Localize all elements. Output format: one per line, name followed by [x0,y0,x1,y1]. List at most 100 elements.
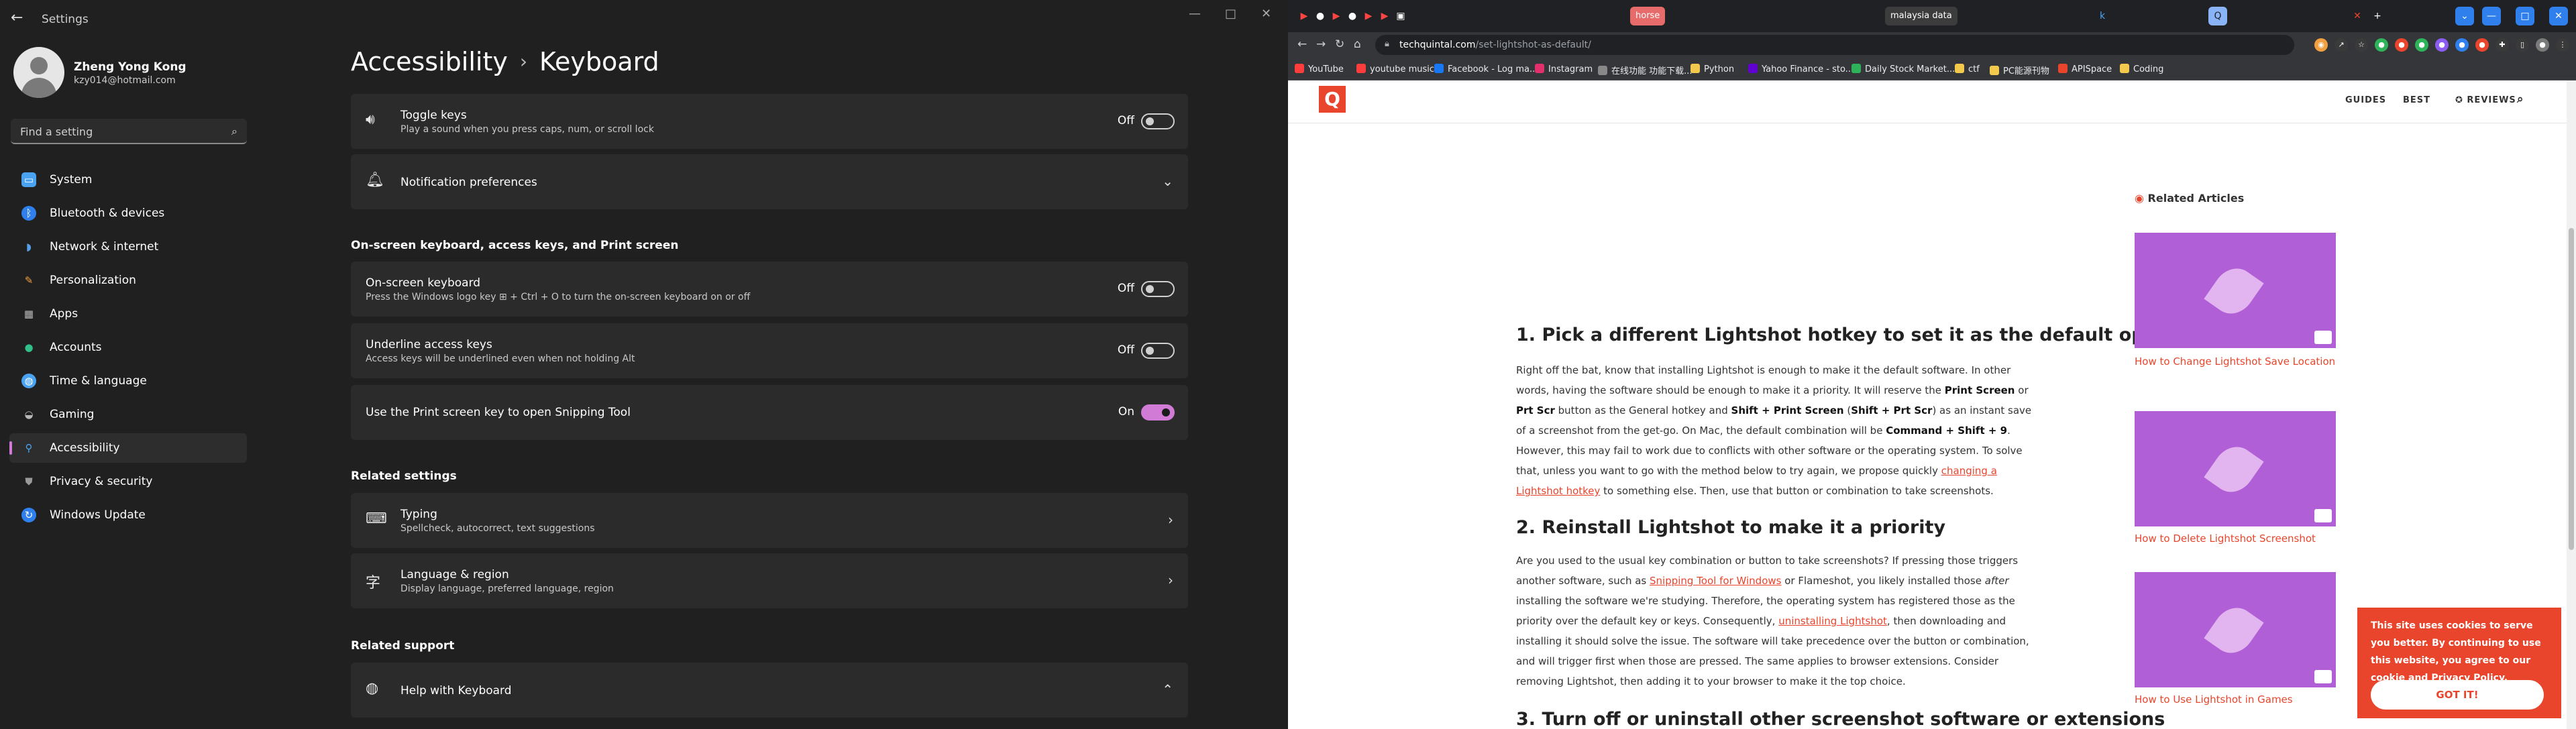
bookmark-item[interactable]: APISpace [2058,64,2112,74]
bookmark-item[interactable]: Instagram [1535,64,1593,74]
sidebar-item-gaming[interactable]: ◒ Gaming [9,400,247,429]
accept-cookies-button[interactable]: GOT IT! [2371,680,2544,710]
bookmark-item[interactable]: Daily Stock Market... [1851,64,1955,74]
folder-icon [2314,331,2332,344]
sidebar-item-network[interactable]: ◗ Network & internet [9,232,247,262]
back-arrow-icon[interactable]: ← [1297,38,1307,51]
sidebar-item-bluetooth[interactable]: ᛒ Bluetooth & devices [9,199,247,228]
setting-title: Typing [400,508,437,521]
tab-page-icon[interactable]: ▣ [1391,7,1410,25]
sidepanel-icon[interactable]: ▯ [2516,38,2529,52]
related-article-link[interactable]: How to Use Lightshot in Games [2135,692,2336,708]
extension-icon[interactable]: ● [2415,38,2428,52]
article-paragraph: Right off the bat, know that installing … [1516,364,2032,497]
bookmark-folder[interactable]: Python [1690,64,1734,74]
chevron-up-icon[interactable]: ⌃ [1162,681,1173,697]
bookmark-item[interactable]: Facebook - Log ma... [1434,64,1538,74]
related-thumbnail[interactable] [2135,233,2336,348]
sidebar-item-time-language[interactable]: ◍ Time & language [9,366,247,396]
new-tab-icon[interactable]: + [2368,7,2387,25]
breadcrumb-parent[interactable]: Accessibility [351,47,508,76]
minimize-icon[interactable]: — [2482,7,2501,25]
back-arrow-icon[interactable]: ← [11,9,23,26]
chevron-down-icon[interactable]: ⌄ [1162,173,1173,189]
chevron-right-icon[interactable]: › [1168,512,1173,528]
bookmark-item[interactable]: Yahoo Finance - sto... [1748,64,1854,74]
address-bar[interactable]: 🔒︎ techquintal.com/set-lightshot-as-defa… [1375,35,2294,55]
cookie-banner: This site uses cookies to serve you bett… [2357,608,2561,718]
nav-best[interactable]: BEST [2403,95,2430,105]
toggle-keys-switch[interactable] [1141,113,1175,129]
kebab-menu-icon[interactable]: ⋮ [2556,38,2569,52]
extension-icon[interactable]: ◉ [2314,38,2328,52]
tab-malaysia-data[interactable]: malaysia data [1885,7,1957,25]
underline-access-keys-switch[interactable] [1141,343,1175,359]
home-icon[interactable]: ⌂ [1354,38,1361,51]
underline-access-keys-card[interactable]: Underline access keys Access keys will b… [351,323,1188,378]
star-icon[interactable]: ☆ [2355,38,2368,52]
tab-active-icon[interactable]: Q [2208,7,2227,25]
typing-card[interactable]: ⌨ Typing Spellcheck, autocorrect, text s… [351,493,1188,548]
article-link[interactable]: uninstalling Lightshot [1778,615,1887,627]
extension-icon[interactable]: ● [2435,38,2449,52]
reload-icon[interactable]: ↻ [1335,38,1344,51]
print-screen-card[interactable]: Use the Print screen key to open Snippin… [351,385,1188,440]
bookmark-folder[interactable]: Coding [2120,64,2163,74]
share-icon[interactable]: ↗ [2334,38,2348,52]
extension-icon[interactable]: ● [2395,38,2408,52]
page-scrollbar[interactable] [2567,80,2576,729]
extension-icon[interactable]: ● [2455,38,2469,52]
bookmark-folder[interactable]: ctf [1955,64,1980,74]
tab-close-icon[interactable]: ✕ [2348,7,2367,25]
chevron-right-icon[interactable]: › [1168,572,1173,588]
sidebar-item-accounts[interactable]: ● Accounts [9,333,247,362]
sidebar-item-accessibility[interactable]: ⚲ Accessibility [9,433,247,463]
search-icon[interactable]: ⌕ [2517,93,2524,106]
related-thumbnail[interactable] [2135,411,2336,526]
on-screen-keyboard-switch[interactable] [1141,281,1175,297]
notification-preferences-card[interactable]: 🔔︎ Notification preferences ⌄ [351,154,1188,209]
sidebar-item-apps[interactable]: ▦ Apps [9,299,247,329]
close-icon[interactable]: ✕ [2549,7,2568,25]
nav-guides[interactable]: GUIDES [2345,95,2386,105]
maximize-icon[interactable]: □ [1225,7,1236,21]
nav-reviews[interactable]: ✪ REVIEWS [2455,95,2516,105]
url-text[interactable]: techquintal.com/set-lightshot-as-default… [1399,40,1591,50]
related-thumbnail[interactable] [2135,572,2336,687]
sidebar-item-personalization[interactable]: ✎ Personalization [9,266,247,295]
help-with-keyboard-card[interactable]: ◍ Help with Keyboard ⌃ [351,663,1188,718]
minimize-icon[interactable]: — [1189,7,1201,21]
on-screen-keyboard-card[interactable]: On-screen keyboard Press the Windows log… [351,262,1188,317]
related-article-link[interactable]: How to Delete Lightshot Screenshot [2135,531,2336,547]
lock-icon[interactable]: 🔒︎ [1385,39,1389,49]
search-box[interactable]: ⌕ [11,119,247,144]
close-icon[interactable]: ✕ [1261,7,1271,21]
language-region-card[interactable]: 字 Language & region Display language, pr… [351,553,1188,608]
bookmark-item[interactable]: youtube music [1356,64,1434,74]
tab-page-icon[interactable]: k [2093,7,2112,25]
print-screen-switch[interactable] [1141,404,1175,420]
search-input[interactable] [20,124,221,139]
avatar[interactable] [13,47,64,98]
article-link[interactable]: Snipping Tool for Windows [1650,575,1781,587]
tab-search-icon[interactable]: ⌄ [2455,7,2474,25]
toggle-keys-card[interactable]: 🔊︎ Toggle keys Play a sound when you pre… [351,94,1188,149]
sidebar-item-windows-update[interactable]: ↻ Windows Update [9,500,247,530]
sidebar-item-privacy[interactable]: ⛊ Privacy & security [9,467,247,496]
avatar[interactable]: ● [2536,38,2549,52]
bookmark-item[interactable]: YouTube [1295,64,1344,74]
maximize-icon[interactable]: □ [2516,7,2534,25]
sidebar-item-system[interactable]: ▭ System [9,165,247,194]
related-article-link[interactable]: How to Change Lightshot Save Location [2135,354,2336,370]
puzzle-icon[interactable]: ✚ [2496,38,2509,52]
tab-horse[interactable]: horse [1630,7,1666,25]
sidebar-item-label: Accessibility [50,441,120,455]
bookmark-folder[interactable]: PC能源刊物 [1990,64,2049,76]
extension-icon[interactable]: ● [2475,38,2489,52]
extension-icon[interactable]: ● [2375,38,2388,52]
search-icon[interactable]: ⌕ [231,125,237,138]
forward-arrow-icon[interactable]: → [1316,38,1326,51]
bookmark-item[interactable]: 在线功能 功能下载... [1598,64,1693,76]
scrollbar-thumb[interactable] [2569,228,2574,550]
site-logo[interactable]: Q [1319,86,1346,113]
